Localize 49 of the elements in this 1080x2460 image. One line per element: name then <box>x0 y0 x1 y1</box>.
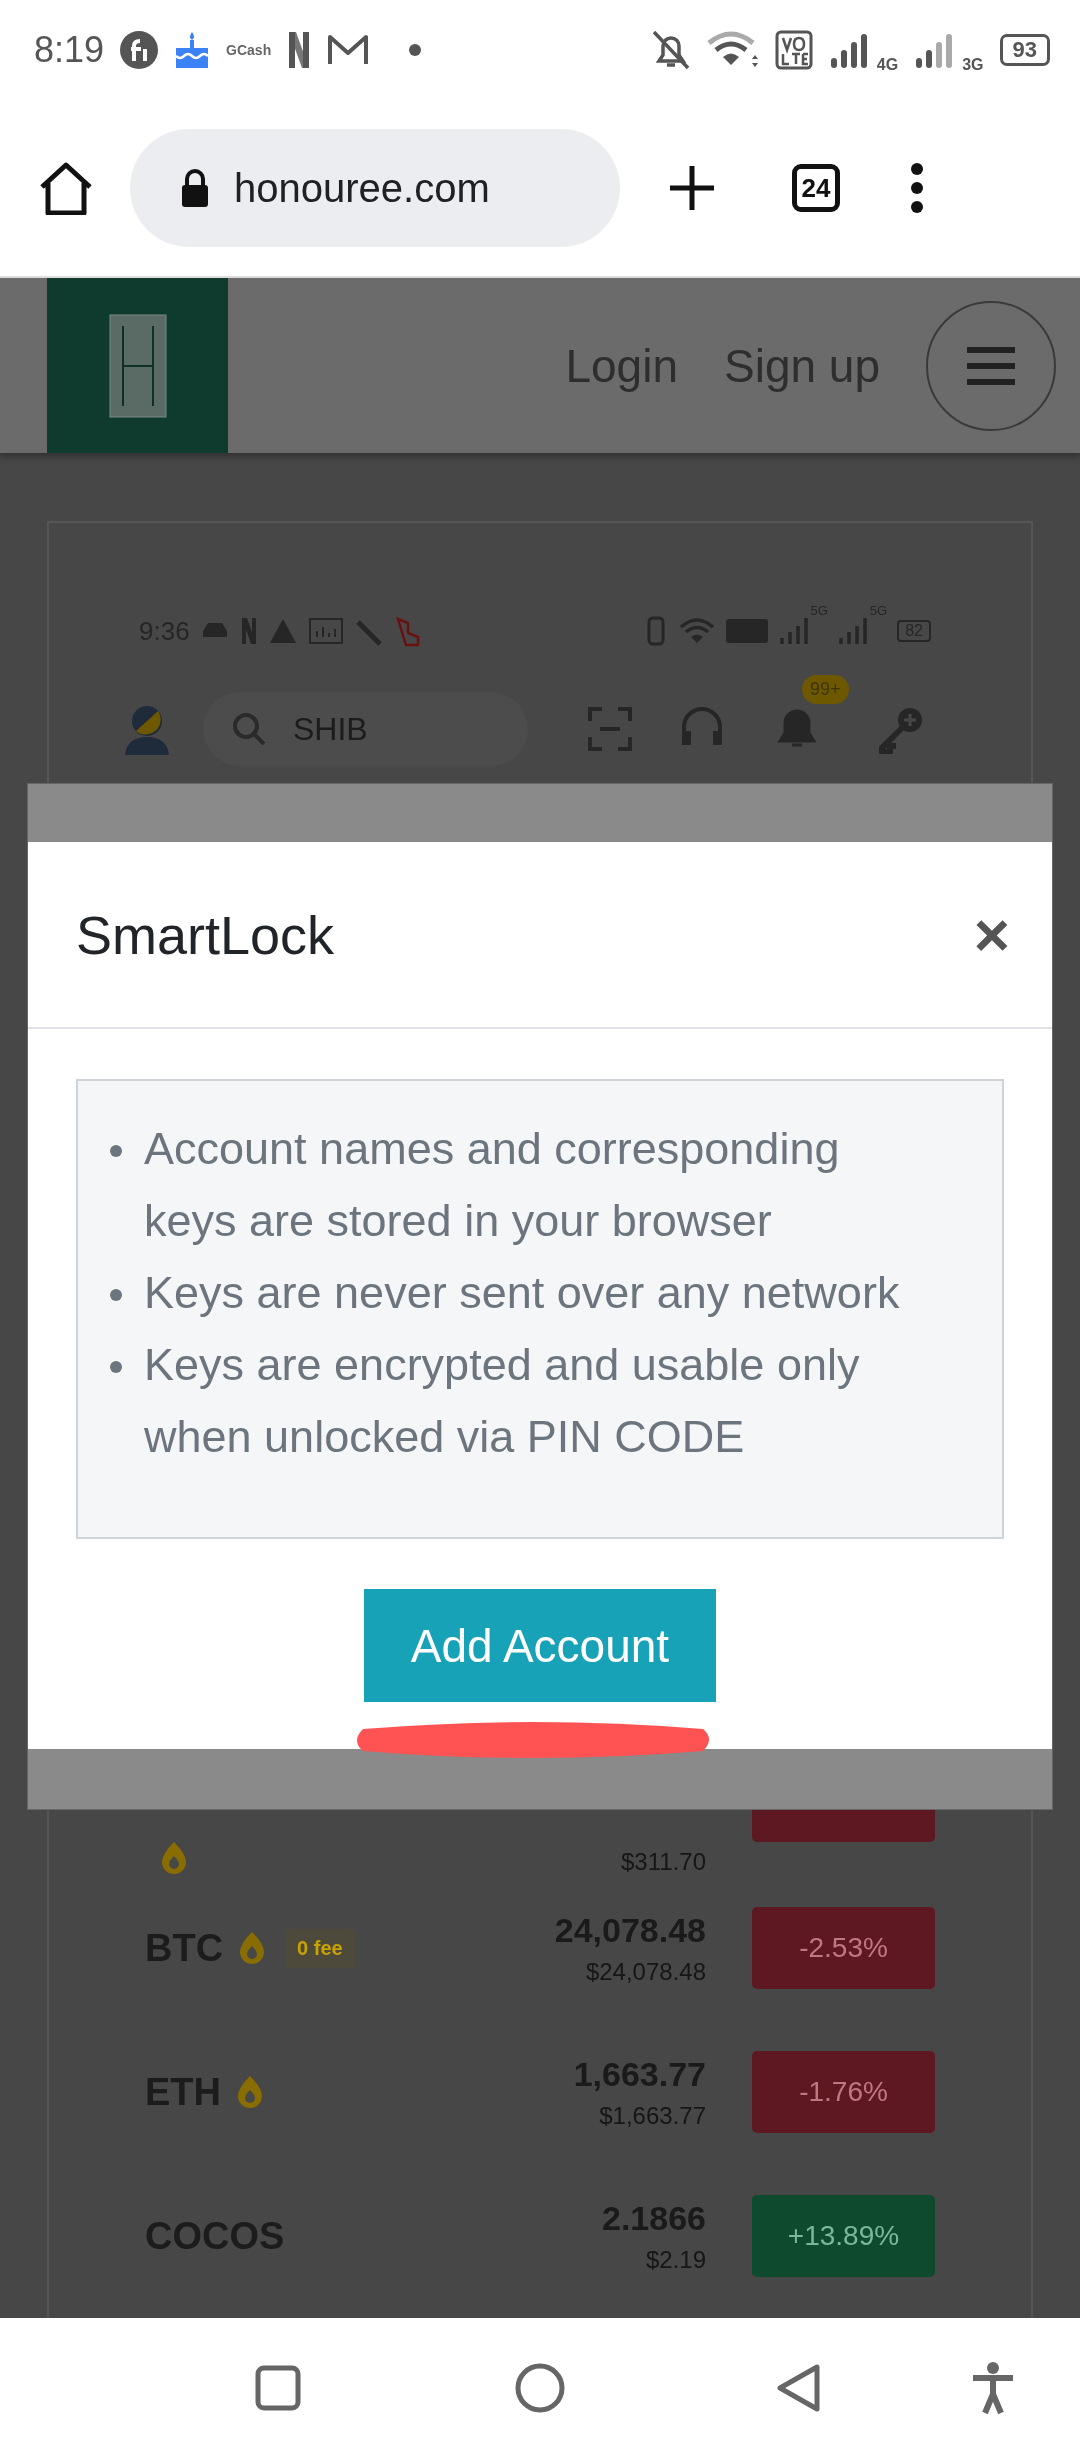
lock-icon <box>180 168 210 208</box>
search-icon <box>231 711 267 747</box>
nav-link[interactable]: Sign up <box>724 338 880 393</box>
back-triangle-icon[interactable] <box>775 2363 821 2413</box>
change-badge: +13.89% <box>752 2195 935 2277</box>
volte-icon <box>774 30 813 70</box>
dialog-title: SmartLock <box>76 903 335 966</box>
wifi-icon <box>706 31 759 69</box>
clock-time: 8:19 <box>34 29 105 71</box>
info-item: Keys are never sent over any network <box>144 1266 900 1320</box>
fee-tag: 0 fee <box>285 1928 355 1968</box>
muted-bell-icon <box>650 29 691 71</box>
wifi-icon <box>678 617 715 645</box>
menu-icon[interactable] <box>910 162 924 214</box>
network-type: 3G <box>962 56 984 74</box>
accessibility-icon[interactable] <box>971 2361 1015 2415</box>
signal-icon <box>837 616 868 646</box>
menu-icon <box>965 345 1017 386</box>
battery-level: 93 <box>999 34 1050 66</box>
change-badge: -2.53% <box>752 1907 935 1989</box>
square-icon[interactable] <box>255 2365 301 2411</box>
add-account-button[interactable]: Add Account <box>364 1589 716 1702</box>
bullet-dot <box>110 1289 122 1301</box>
circle-icon[interactable] <box>515 2363 565 2413</box>
warning-icon <box>267 617 298 645</box>
info-item: Keys are encrypted and usable only when unlocked via PIN CODE <box>144 1338 861 1464</box>
bullet-dot <box>110 1361 122 1373</box>
new-tab-icon[interactable] <box>668 164 716 212</box>
dot-icon <box>409 44 422 56</box>
address-bar[interactable]: honouree.com <box>130 129 620 247</box>
network-type: 4G <box>876 56 899 74</box>
stripes-icon <box>239 616 258 646</box>
data-speed-icon <box>724 618 769 644</box>
bullet-dot <box>110 1145 122 1157</box>
home-icon[interactable] <box>38 161 94 215</box>
info-item: Account names and corresponding keys are stored in your browser <box>144 1122 841 1248</box>
signal-icon <box>778 616 809 646</box>
app-label: GCash <box>226 42 272 58</box>
letter-f-icon <box>120 31 159 69</box>
url-text: honouree.com <box>234 165 490 211</box>
nav-link[interactable]: Login <box>565 338 678 393</box>
cake-icon <box>174 30 211 70</box>
mail-icon <box>327 33 370 67</box>
chart-icon <box>307 617 344 645</box>
close-button[interactable]: × <box>967 903 1016 966</box>
change-badge: -1.76% <box>752 2051 935 2133</box>
stripes-icon <box>287 30 312 70</box>
tab-count-button[interactable]: 24 <box>792 164 840 212</box>
menu-button[interactable] <box>926 300 1056 431</box>
